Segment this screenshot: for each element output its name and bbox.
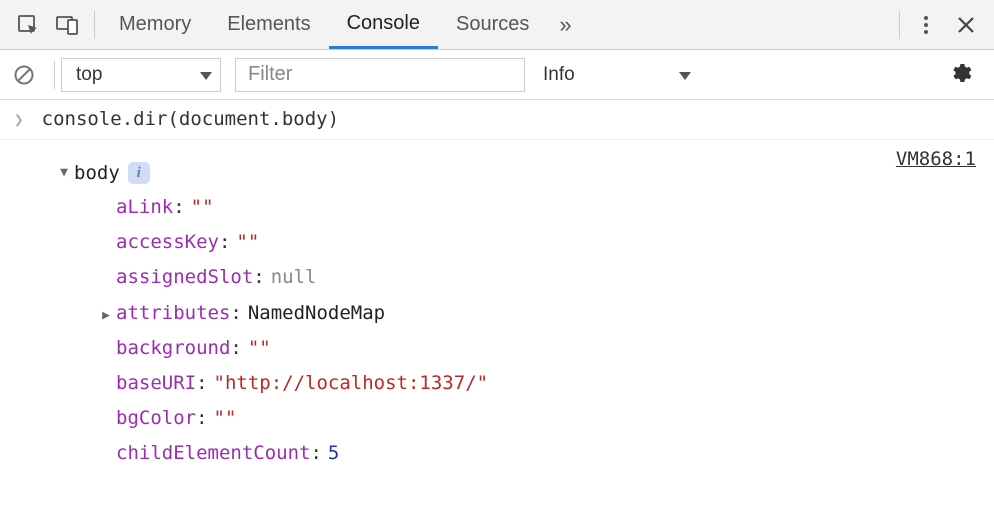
log-level-value: Info [543, 64, 575, 86]
collapse-icon[interactable]: ▼ [54, 161, 74, 184]
console-input-row: ❯ console.dir(document.body) [0, 100, 994, 140]
property-row[interactable]: background:"" [54, 331, 488, 366]
property-key: childElementCount [116, 442, 310, 464]
property-value: null [271, 266, 317, 288]
property-row[interactable]: accessKey:"" [54, 225, 488, 260]
property-row[interactable]: bgColor:"" [54, 401, 488, 436]
prompt-chevron-icon: ❯ [14, 110, 24, 129]
property-key: aLink [116, 196, 173, 218]
property-row[interactable]: ▶attributes:NamedNodeMap [54, 296, 488, 331]
property-value: 5 [328, 442, 339, 464]
property-value: "" [236, 231, 259, 253]
console-output: ❯ console.dir(document.body) VM868:1 ▼ b… [0, 100, 994, 479]
gear-icon[interactable] [948, 61, 976, 89]
clear-console-icon[interactable] [10, 61, 38, 89]
console-result-row: VM868:1 ▼ body i aLink:""accessKey:""ass… [0, 140, 994, 479]
property-row[interactable]: childElementCount:5 [54, 436, 488, 471]
source-link[interactable]: VM868:1 [896, 148, 976, 170]
info-icon[interactable]: i [128, 162, 150, 184]
more-tabs-icon[interactable]: » [547, 12, 583, 38]
tab-console[interactable]: Console [329, 0, 438, 49]
property-key: background [116, 337, 230, 359]
property-row[interactable]: assignedSlot:null [54, 260, 488, 295]
toolbar-divider [54, 61, 55, 89]
log-level-select[interactable]: Info [539, 58, 699, 92]
device-toolbar-icon[interactable] [48, 5, 88, 45]
chevron-down-icon [679, 64, 691, 86]
filter-input[interactable] [235, 58, 525, 92]
toolbar-divider [94, 11, 95, 39]
property-row[interactable]: baseURI:"http://localhost:1337/" [54, 366, 488, 401]
tab-sources[interactable]: Sources [438, 0, 547, 49]
toolbar-divider [899, 11, 900, 39]
inspect-element-icon[interactable] [8, 5, 48, 45]
property-key: bgColor [116, 407, 196, 429]
object-root[interactable]: ▼ body i [54, 156, 488, 190]
object-tree: ▼ body i aLink:""accessKey:""assignedSlo… [14, 148, 488, 471]
property-key: accessKey [116, 231, 219, 253]
property-value: "http://localhost:1337/" [214, 372, 489, 394]
panel-tabs: Memory Elements Console Sources » [101, 0, 584, 49]
main-toolbar: Memory Elements Console Sources » [0, 0, 994, 50]
property-key: assignedSlot [116, 266, 253, 288]
kebab-menu-icon[interactable] [906, 5, 946, 45]
close-icon[interactable] [946, 5, 986, 45]
context-select[interactable]: top [61, 58, 221, 92]
property-value: "" [214, 407, 237, 429]
property-key: attributes [116, 302, 230, 324]
property-key: baseURI [116, 372, 196, 394]
command-text: console.dir(document.body) [42, 108, 339, 130]
property-value: NamedNodeMap [248, 302, 385, 324]
console-toolbar: top Info [0, 50, 994, 100]
object-name: body [74, 156, 120, 190]
chevron-down-icon [200, 64, 212, 86]
context-select-value: top [76, 64, 102, 86]
property-value: "" [191, 196, 214, 218]
expand-icon[interactable]: ▶ [96, 304, 116, 328]
property-row[interactable]: aLink:"" [54, 190, 488, 225]
tab-elements[interactable]: Elements [209, 0, 328, 49]
property-value: "" [248, 337, 271, 359]
tab-memory[interactable]: Memory [101, 0, 209, 49]
